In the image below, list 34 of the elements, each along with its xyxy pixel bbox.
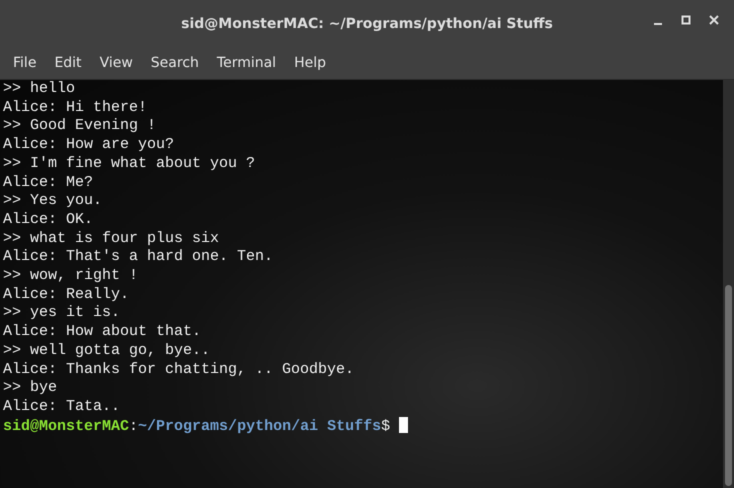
menu-item[interactable]: Terminal bbox=[208, 51, 286, 76]
terminal-line: Alice: Thanks for chatting, .. Goodbye. bbox=[3, 360, 354, 378]
terminal-line: >> Yes you. bbox=[3, 192, 102, 210]
prompt-user-host: sid@MonsterMAC bbox=[3, 418, 130, 435]
terminal-line: Alice: OK. bbox=[3, 210, 94, 228]
terminal-line: >> bye bbox=[3, 379, 58, 396]
terminal-line: Alice: Me? bbox=[3, 174, 94, 191]
terminal-line: >> what is four plus six bbox=[3, 230, 220, 247]
text-cursor bbox=[399, 416, 408, 433]
terminal-line: Alice: That's a hard one. Ten. bbox=[3, 248, 274, 266]
prompt-symbol: $ bbox=[381, 418, 390, 435]
menu-item[interactable]: Edit bbox=[45, 51, 91, 76]
menu-item[interactable]: View bbox=[90, 51, 142, 76]
menu-item[interactable]: Search bbox=[142, 51, 208, 76]
scrollbar[interactable] bbox=[723, 80, 734, 488]
scrollbar-thumb[interactable] bbox=[725, 285, 732, 486]
window-title: sid@MonsterMAC: ~/Programs/python/ai Stuffs bbox=[181, 14, 553, 34]
terminal-line: >> Good Evening ! bbox=[3, 117, 156, 134]
terminal-line: >> wow, right ! bbox=[3, 267, 138, 284]
close-icon[interactable] bbox=[708, 14, 720, 26]
terminal-line: Alice: How are you? bbox=[3, 136, 174, 154]
menu-item[interactable]: Help bbox=[285, 51, 335, 76]
maximize-icon[interactable] bbox=[680, 14, 692, 26]
terminal-line: Alice: Tata.. bbox=[3, 398, 120, 415]
terminal-line: >> yes it is. bbox=[3, 304, 120, 322]
terminal-line: >> hello bbox=[3, 80, 76, 97]
prompt-separator: : bbox=[129, 418, 138, 435]
terminal-line: >> I'm fine what about you ? bbox=[3, 154, 256, 172]
terminal-line: Alice: Hi there! bbox=[3, 98, 148, 116]
terminal-line: Alice: Really. bbox=[3, 286, 130, 303]
prompt-path: ~/Programs/python/ai Stuffs bbox=[138, 418, 382, 435]
menu-item[interactable]: File bbox=[4, 51, 46, 76]
terminal-line: >> well gotta go, bye.. bbox=[3, 342, 210, 359]
terminal-line: Alice: How about that. bbox=[3, 323, 202, 340]
